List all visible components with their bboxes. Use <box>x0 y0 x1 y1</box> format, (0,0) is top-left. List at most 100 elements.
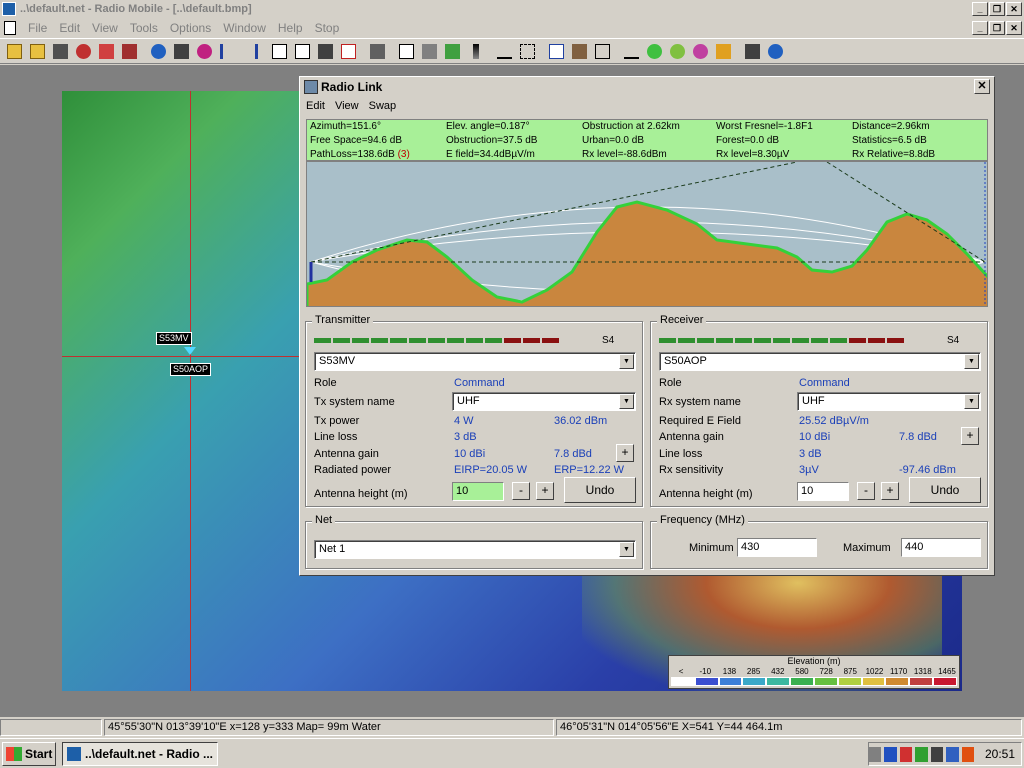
radio-mobile-app-icon[interactable] <box>2 2 16 16</box>
menu-view[interactable]: View <box>86 21 124 35</box>
menu-help[interactable]: Help <box>272 21 309 35</box>
colors-icon[interactable] <box>465 41 486 62</box>
cursor-crosshair-vertical <box>190 91 191 691</box>
rx-station-select[interactable]: S50AOP ▼ <box>659 352 981 371</box>
filezilla-icon[interactable] <box>961 746 974 762</box>
open-folder-icon[interactable] <box>4 41 25 62</box>
merge-pictures-icon[interactable] <box>442 41 463 62</box>
document-icon[interactable] <box>4 21 16 35</box>
left-arrow-icon[interactable] <box>217 41 238 62</box>
mdi-close-button[interactable]: ✕ <box>1006 21 1022 35</box>
terrain-profile-view[interactable] <box>306 161 988 307</box>
polar-coverage-icon[interactable] <box>667 41 688 62</box>
dialog-menu-swap[interactable]: Swap <box>369 100 403 112</box>
tx-undo-button[interactable]: Undo <box>564 477 636 503</box>
new-picture-icon[interactable] <box>269 41 290 62</box>
network-properties-icon[interactable] <box>96 41 117 62</box>
grid-icon[interactable] <box>517 41 538 62</box>
legend-tick: 138 <box>722 667 737 676</box>
tx-antenna-height-label: Antenna height (m) <box>314 488 408 500</box>
radio-coverage-icon[interactable] <box>644 41 665 62</box>
menu-window[interactable]: Window <box>217 21 272 35</box>
chevron-down-icon[interactable]: ▼ <box>619 394 634 409</box>
print-icon[interactable] <box>367 41 388 62</box>
antivirus-icon[interactable] <box>899 746 913 762</box>
tx-system-select[interactable]: UHF ▼ <box>452 392 636 411</box>
station-label-tx[interactable]: S53MV <box>156 332 192 345</box>
window-icon[interactable] <box>546 41 567 62</box>
dialog-menu-edit[interactable]: Edit <box>306 100 331 112</box>
close-button[interactable]: ✕ <box>1006 2 1022 16</box>
dialog-menu-view[interactable]: View <box>335 100 365 112</box>
save-picture-icon[interactable] <box>315 41 336 62</box>
rx-antenna-gain-label: Antenna gain <box>659 431 724 443</box>
menu-file[interactable]: File <box>22 21 53 35</box>
tx-station-select[interactable]: S53MV ▼ <box>314 352 636 371</box>
restore-button[interactable]: ❐ <box>989 2 1005 16</box>
rx-line-loss-label: Line loss <box>659 448 703 460</box>
copy-icon[interactable] <box>396 41 417 62</box>
interference-icon[interactable] <box>690 41 711 62</box>
paste-icon[interactable] <box>419 41 440 62</box>
mdi-restore-button[interactable]: ❐ <box>989 21 1005 35</box>
rx-height-minus-button[interactable]: - <box>857 482 875 500</box>
chevron-down-icon[interactable]: ▼ <box>964 394 979 409</box>
station-marker-icon[interactable] <box>184 347 196 355</box>
station-label-rx[interactable]: S50AOP <box>170 363 212 376</box>
minimize-button[interactable]: _ <box>972 2 988 16</box>
pdf-icon[interactable] <box>338 41 359 62</box>
monitor-icon[interactable] <box>946 746 959 762</box>
net-group-title: Net <box>312 514 336 526</box>
dialog-titlebar[interactable]: Radio Link <box>300 77 994 97</box>
dialog-title: Radio Link <box>321 79 383 94</box>
volume-icon[interactable] <box>930 746 944 762</box>
visual-coverage-icon[interactable] <box>742 41 763 62</box>
menu-stop[interactable]: Stop <box>309 21 346 35</box>
tx-height-minus-button[interactable]: - <box>512 482 530 500</box>
frequency-min-input[interactable]: 430 <box>737 538 817 557</box>
chevron-down-icon[interactable]: ▼ <box>964 354 979 369</box>
target-icon[interactable] <box>194 41 215 62</box>
keyboard-icon[interactable] <box>869 746 882 762</box>
dialog-close-button[interactable]: ✕ <box>974 79 990 94</box>
help-icon[interactable] <box>765 41 786 62</box>
tx-antenna-gain-plus-button[interactable]: + <box>616 444 634 462</box>
network-icon[interactable] <box>884 746 897 762</box>
mdi-minimize-button[interactable]: _ <box>972 21 988 35</box>
right-arrow-icon[interactable] <box>240 41 261 62</box>
scale-icon[interactable] <box>494 41 515 62</box>
find-best-site-icon[interactable] <box>569 41 590 62</box>
update-icon[interactable] <box>915 746 928 762</box>
rx-antenna-height-input[interactable]: 10 <box>797 482 849 501</box>
clock[interactable]: 20:51 <box>985 747 1015 761</box>
tx-antenna-height-input[interactable]: 10 <box>452 482 504 501</box>
route-coverage-icon[interactable] <box>713 41 734 62</box>
net-select[interactable]: Net 1 ▼ <box>314 540 636 559</box>
globe-icon[interactable] <box>148 41 169 62</box>
menu-options[interactable]: Options <box>164 21 217 35</box>
info-rx-level-uv: Rx level=8.30µV <box>716 149 790 160</box>
app-titlebar[interactable]: ..\default.net - Radio Mobile - [..\defa… <box>0 0 1024 18</box>
rx-system-select[interactable]: UHF ▼ <box>797 392 981 411</box>
save-network-icon[interactable] <box>50 41 71 62</box>
rx-antenna-gain-plus-button[interactable]: + <box>961 427 979 445</box>
antenna-icon[interactable] <box>119 41 140 62</box>
info-obstruction-at: Obstruction at 2.62km <box>582 121 680 132</box>
rx-height-plus-button[interactable]: + <box>881 482 899 500</box>
open-picture-icon[interactable] <box>292 41 313 62</box>
chevron-down-icon[interactable]: ▼ <box>619 542 634 557</box>
start-button[interactable]: Start <box>2 741 56 766</box>
menu-tools[interactable]: Tools <box>124 21 164 35</box>
unit-properties-icon[interactable] <box>73 41 94 62</box>
taskbar-item-radio-mobile[interactable]: ..\default.net - Radio ... <box>62 741 218 766</box>
open-network-icon[interactable] <box>27 41 48 62</box>
map-properties-icon[interactable] <box>171 41 192 62</box>
menu-edit[interactable]: Edit <box>53 21 86 35</box>
frequency-max-input[interactable]: 440 <box>901 538 981 557</box>
radio-mobile-task-icon <box>67 746 81 761</box>
tx-height-plus-button[interactable]: + <box>536 482 554 500</box>
rx-undo-button[interactable]: Undo <box>909 477 981 503</box>
radio-link-icon[interactable] <box>621 41 642 62</box>
fit-view-icon[interactable] <box>592 41 613 62</box>
chevron-down-icon[interactable]: ▼ <box>619 354 634 369</box>
